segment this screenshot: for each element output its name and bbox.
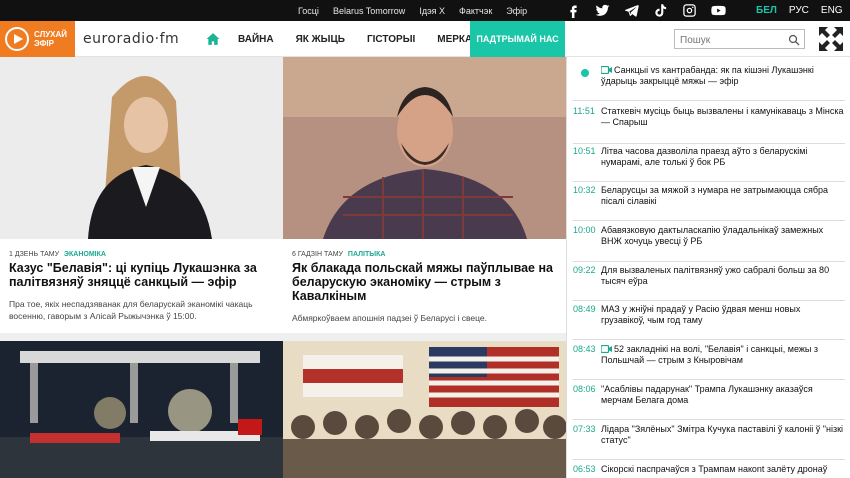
article-image-3[interactable] [0,341,283,478]
top-link-idea-x[interactable]: Ідэя Х [419,6,445,16]
top-link-factcheck[interactable]: Фактчэк [459,6,492,16]
language-switcher: БЕЛ РУС ENG [756,0,843,21]
article-time: 1 ДЗЕНЬ ТАМУ [9,251,60,258]
listen-live-button[interactable]: СЛУХАЙ ЭФІР [0,21,75,57]
lang-be[interactable]: БЕЛ [756,5,777,16]
instagram-icon[interactable] [682,3,697,18]
article-title-2[interactable]: Як блакада польскай мяжы паўплывае на бе… [292,261,557,303]
home-icon[interactable] [206,32,220,46]
menu-item-how-to-live[interactable]: ЯК ЖЫЦЬ [296,34,345,45]
article-lead-1: Пра тое, якіх неспадзяванак для беларуск… [9,299,253,321]
feed-item-7[interactable]: 08:49 МАЗ у жніўні прадаў у Расію ўдвая … [573,304,845,340]
article-meta-2: 6 ГАДЗІН ТАМУ ПАЛІТЫКА [292,251,385,258]
section-divider [0,333,566,341]
article-time: 6 ГАДЗІН ТАМУ [292,251,343,258]
feed-item-2[interactable]: 11:51 Статкевіч мусіць быць вызвалены і … [573,106,845,144]
article-card-1[interactable]: 1 ДЗЕНЬ ТАМУ ЭКАНОМІКА Казус "Белавія": … [0,57,283,333]
feed-item-text[interactable]: Сікорскі паспрачаўся з Трампам накont за… [601,464,845,475]
article-lead-2: Абмяркоўваем апошнія падзеі ў Беларусі і… [292,313,488,323]
feed-item-text[interactable]: Лідара "Зялёных" Змітра Кучука паставілі… [601,424,845,446]
feed-item-text[interactable]: Для вызваленых палітвязняў ужо сабралі б… [601,265,845,287]
feed-item-text[interactable]: Літва часова дазволіла праезд аўто з бел… [601,146,845,168]
feed-item-8[interactable]: 08:43 52 закладнікі на волі, "Белавія" і… [573,344,845,380]
article-image-1[interactable] [0,57,283,239]
article-card-3[interactable] [0,341,283,478]
feed-item-time: 10:51 [573,146,596,156]
youtube-icon[interactable] [711,3,726,18]
article-card-2[interactable]: 6 ГАДЗІН ТАМУ ПАЛІТЫКА Як блакада польск… [283,57,566,333]
article-card-4[interactable] [283,341,566,478]
article-image-4[interactable] [283,341,566,478]
article-category[interactable]: ЭКАНОМІКА [64,251,106,258]
menu-item-war[interactable]: ВАЙНА [238,34,274,45]
top-link-guests[interactable]: Госці [298,6,319,16]
feed-item-time: 08:06 [573,384,596,394]
feed-item-text[interactable]: Статкевіч мусіць быць вызвалены і камуні… [601,106,845,128]
menu-item-history[interactable]: ГІСТОРЫІ [367,34,415,45]
feed-item-time: 08:43 [573,344,596,354]
social-links [566,0,726,21]
top-link-belarus-tomorrow[interactable]: Belarus Tomorrow [333,6,405,16]
feed-item-4[interactable]: 10:32 Беларусцы за мяжой з нумара не зат… [573,185,845,221]
feed-item-text[interactable]: Санкцыі vs кантрабанда: як па кішэні Лук… [600,65,845,87]
listen-line-2: ЭФІР [34,39,54,48]
telegram-icon[interactable] [624,3,639,18]
support-button[interactable]: ПАДТРЫМАЙ НАС [470,21,565,57]
listen-live-label: СЛУХАЙ ЭФІР [34,30,67,48]
video-camera-icon [600,65,612,75]
play-icon [5,27,29,51]
listen-line-1: СЛУХАЙ [34,30,68,39]
facebook-icon[interactable] [566,3,581,18]
feed-item-1[interactable]: Санкцыі vs кантрабанда: як па кішэні Лук… [573,65,845,101]
feed-item-text[interactable]: Абавязковую дактыласкапію ўладальнікаў з… [601,225,845,247]
feed-item-9[interactable]: 08:06 "Асаблівы падарунак" Трампа Лукашэ… [573,384,845,420]
search-icon[interactable] [788,33,800,46]
feed-item-headline: 52 закладнікі на волі, "Белавія" і санкц… [601,344,818,365]
twitter-icon[interactable] [595,3,610,18]
feed-item-time: 10:32 [573,185,596,195]
article-category[interactable]: ПАЛІТЫКА [348,251,386,258]
live-dot-icon [581,69,589,77]
article-meta-1: 1 ДЗЕНЬ ТАМУ ЭКАНОМІКА [9,251,106,258]
main-nav: СЛУХАЙ ЭФІР euroradio·fm ВАЙНА ЯК ЖЫЦЬ Г… [0,21,850,57]
article-title-1[interactable]: Казус "Белавія": ці купіць Лукашэнка за … [9,261,274,289]
article-image-2[interactable] [283,57,566,239]
news-feed: Санкцыі vs кантрабанда: як па кішэні Лук… [566,57,850,478]
feed-item-10[interactable]: 07:33 Лідара "Зялёных" Змітра Кучука пас… [573,424,845,460]
fullscreen-icon[interactable] [816,24,846,54]
site-logo[interactable]: euroradio·fm [83,31,179,47]
feed-item-time: 10:00 [573,225,596,235]
feed-item-text[interactable]: Беларусцы за мяжой з нумара не затрымаюц… [601,185,845,207]
tiktok-icon[interactable] [653,3,668,18]
top-links: Госці Belarus Tomorrow Ідэя Х Фактчэк Эф… [298,0,527,21]
search-input[interactable] [675,31,775,50]
feed-item-time: 08:49 [573,304,596,314]
feed-item-time: 11:51 [573,106,595,116]
feed-item-headline: Санкцыі vs кантрабанда: як па кішэні Лук… [601,65,814,86]
feed-item-6[interactable]: 09:22 Для вызваленых палітвязняў ужо саб… [573,265,845,301]
video-camera-icon [600,344,612,354]
feed-item-3[interactable]: 10:51 Літва часова дазволіла праезд аўто… [573,146,845,182]
feed-item-text[interactable]: 52 закладнікі на волі, "Белавія" і санкц… [600,344,845,366]
lang-ru[interactable]: РУС [789,5,809,16]
feed-item-text[interactable]: МАЗ у жніўні прадаў у Расію ўдвая менш н… [601,304,845,326]
feed-item-text[interactable]: "Асаблівы падарунак" Трампа Лукашэнку ак… [601,384,845,406]
top-bar: Госці Belarus Tomorrow Ідэя Х Фактчэк Эф… [0,0,850,21]
feed-item-time: 07:33 [573,424,596,434]
feed-item-5[interactable]: 10:00 Абавязковую дактыласкапію ўладальн… [573,225,845,262]
top-link-air[interactable]: Эфір [506,6,527,16]
lang-en[interactable]: ENG [821,5,843,16]
feed-item-time: 09:22 [573,265,596,275]
search-box [674,29,805,50]
feed-item-time: 06:53 [573,464,596,474]
feed-item-11[interactable]: 06:53 Сікорскі паспрачаўся з Трампам нак… [573,464,845,478]
